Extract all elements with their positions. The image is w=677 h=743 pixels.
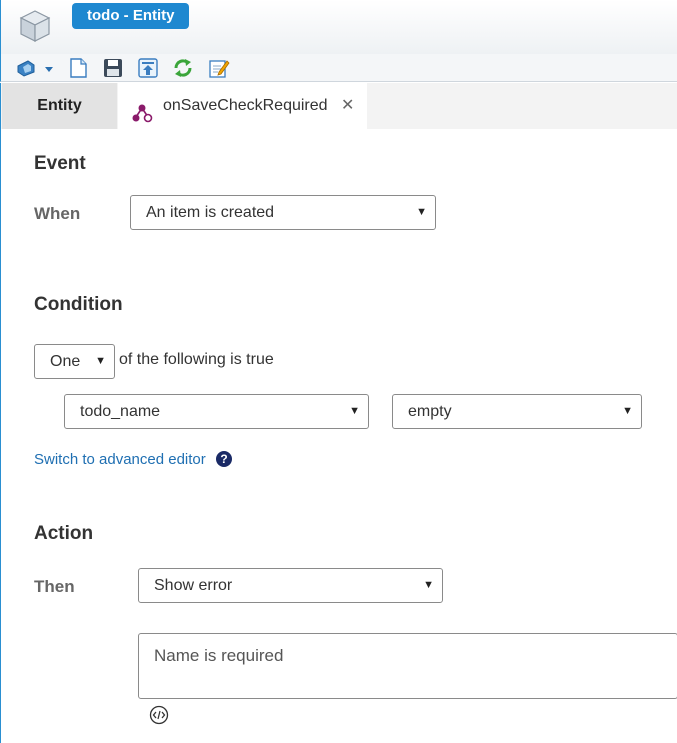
condition-operator-select[interactable]: empty ▼	[392, 394, 642, 429]
chevron-down-icon: ▼	[349, 405, 360, 417]
save-icon[interactable]	[102, 57, 124, 79]
business-rule-icon	[131, 96, 153, 123]
new-document-icon[interactable]	[67, 57, 89, 79]
tab-onsavecheckrequired[interactable]: onSaveCheckRequired ✕	[118, 83, 367, 129]
condition-field-value: todo_name	[80, 403, 161, 420]
action-section-title: Action	[34, 523, 94, 544]
window-header: todo - Entity	[0, 0, 677, 54]
error-message-textarea[interactable]: Name is required	[138, 633, 677, 699]
condition-operator-value: empty	[408, 403, 452, 420]
quantifier-select[interactable]: One ▼	[34, 344, 115, 379]
tab-entity[interactable]: Entity	[2, 83, 117, 129]
help-icon[interactable]: ?	[216, 451, 232, 467]
chevron-down-icon: ▼	[423, 579, 434, 591]
then-select-value: Show error	[154, 577, 233, 594]
when-select[interactable]: An item is created ▼	[130, 195, 436, 230]
condition-section-title: Condition	[34, 294, 123, 315]
edit-icon[interactable]	[208, 57, 230, 79]
when-select-value: An item is created	[146, 204, 275, 221]
chevron-down-icon: ▼	[416, 206, 427, 218]
tab-label: onSaveCheckRequired	[163, 97, 328, 114]
quantifier-suffix: of the following is true	[119, 351, 274, 368]
condition-field-select[interactable]: todo_name ▼	[64, 394, 369, 429]
chevron-down-icon: ▼	[622, 405, 633, 417]
when-label: When	[34, 204, 81, 223]
advanced-editor-link[interactable]: Switch to advanced editor	[34, 451, 206, 468]
quantifier-select-value: One	[50, 353, 81, 370]
entity-cube-icon	[19, 9, 51, 43]
chevron-down-icon: ▼	[95, 355, 106, 367]
event-section-title: Event	[34, 153, 86, 174]
refresh-icon[interactable]	[172, 57, 194, 79]
tab-bar: Entity onSaveCheckRequired ✕	[0, 83, 677, 129]
publish-icon[interactable]	[137, 57, 159, 79]
window-title: todo - Entity	[72, 3, 190, 29]
then-label: Then	[34, 577, 75, 596]
toolbar	[0, 54, 677, 82]
code-icon[interactable]	[149, 705, 169, 725]
shield-dropdown-icon[interactable]	[15, 57, 59, 79]
then-select[interactable]: Show error ▼	[138, 568, 443, 603]
rule-editor: Event When An item is created ▼ Conditio…	[0, 129, 677, 743]
close-icon[interactable]: ✕	[341, 83, 354, 129]
